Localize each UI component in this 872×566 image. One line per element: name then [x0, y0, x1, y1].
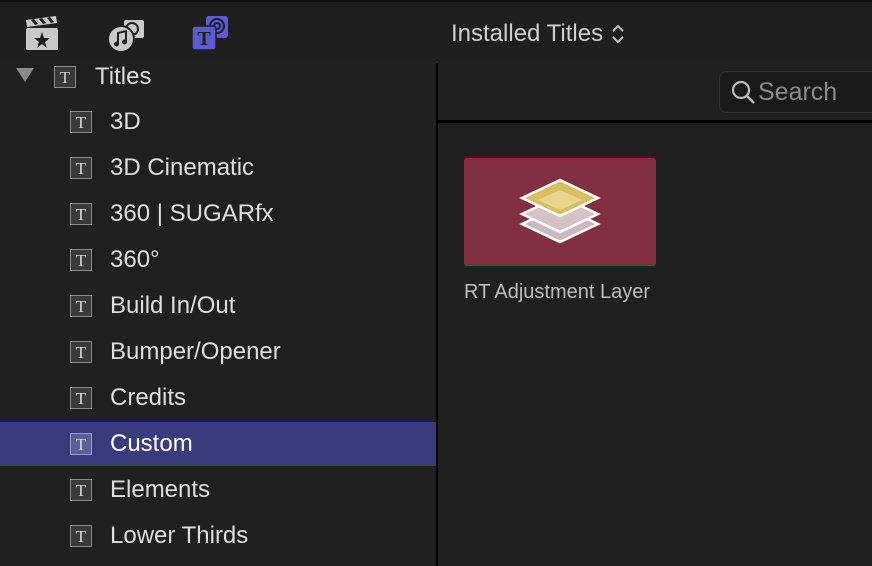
- sidebar: T Titles T 3D T 3D Cinematic T 360 | SUGARfx T…: [0, 63, 436, 566]
- chevron-updown-icon: [611, 23, 625, 45]
- installed-titles-dropdown[interactable]: Installed Titles: [451, 20, 625, 48]
- svg-text:T: T: [197, 28, 211, 50]
- sidebar-root-label: Titles: [95, 63, 152, 90]
- sidebar-item-label: Elements: [110, 476, 211, 503]
- sidebar-item-label: 360 | SUGARfx: [110, 200, 274, 227]
- toolbar: T Installed Titles: [0, 0, 872, 65]
- sidebar-item-label: 3D Cinematic: [110, 154, 255, 181]
- svg-text:T: T: [76, 527, 87, 546]
- titles-generators-icon[interactable]: T: [190, 14, 230, 54]
- svg-text:T: T: [76, 159, 87, 178]
- title-category-icon: T: [70, 525, 92, 547]
- sidebar-item[interactable]: T Custom: [0, 422, 436, 466]
- title-category-icon: T: [70, 203, 92, 225]
- svg-text:T: T: [60, 68, 71, 87]
- title-category-icon: T: [70, 249, 92, 271]
- svg-text:T: T: [76, 481, 87, 500]
- search-icon: [731, 80, 755, 104]
- sidebar-item-label: 360°: [110, 246, 160, 273]
- sidebar-root-titles[interactable]: T Titles: [0, 63, 436, 91]
- sidebar-item-label: Build In/Out: [110, 292, 236, 319]
- sidebar-item[interactable]: T Elements: [0, 468, 436, 512]
- svg-text:T: T: [76, 113, 87, 132]
- title-category-icon: T: [70, 111, 92, 133]
- disclosure-triangle-icon[interactable]: [16, 68, 34, 82]
- sidebar-item[interactable]: T Build In/Out: [0, 284, 436, 328]
- sidebar-item-label: Bumper/Opener: [110, 338, 281, 365]
- sidebar-item-label: Lower Thirds: [110, 522, 249, 549]
- title-category-icon: T: [70, 157, 92, 179]
- music-sound-icon[interactable]: [106, 14, 146, 54]
- title-category-icon: T: [70, 387, 92, 409]
- svg-text:T: T: [76, 389, 87, 408]
- title-category-icon: T: [70, 295, 92, 317]
- svg-text:T: T: [76, 297, 87, 316]
- sidebar-item-label: Credits: [110, 384, 187, 411]
- sidebar-item[interactable]: T 3D Cinematic: [0, 146, 436, 190]
- sidebar-item[interactable]: T Bumper/Opener: [0, 330, 436, 374]
- sidebar-item-label: Custom: [110, 430, 193, 457]
- title-category-icon: T: [70, 479, 92, 501]
- tile-name: RT Adjustment Layer: [464, 281, 651, 303]
- photos-video-icon[interactable]: [22, 14, 62, 54]
- search-field[interactable]: [719, 71, 872, 113]
- sidebar-item[interactable]: T Credits: [0, 376, 436, 420]
- search-input[interactable]: [758, 77, 868, 107]
- sidebar-item[interactable]: T 360 | SUGARfx: [0, 192, 436, 236]
- sidebar-item[interactable]: T Lower Thirds: [0, 514, 436, 558]
- sidebar-item[interactable]: T 360°: [0, 238, 436, 282]
- sidebar-item-label: 3D: [110, 108, 141, 135]
- title-category-icon: T: [70, 341, 92, 363]
- svg-text:T: T: [76, 205, 87, 224]
- svg-text:T: T: [76, 343, 87, 362]
- title-category-icon: T: [70, 433, 92, 455]
- browser-title: Installed Titles: [451, 20, 604, 47]
- search-bar: [438, 63, 872, 123]
- svg-text:T: T: [76, 251, 87, 270]
- svg-text:T: T: [76, 435, 87, 454]
- title-tile-rt-adjustment-layer[interactable]: RT Adjustment Layer: [464, 158, 656, 305]
- browser-pane: RT Adjustment Layer: [438, 63, 872, 566]
- sidebar-item[interactable]: T 3D: [0, 100, 436, 144]
- title-category-icon: T: [54, 66, 76, 88]
- layers-icon: [519, 178, 601, 244]
- tile-thumbnail: [464, 158, 656, 266]
